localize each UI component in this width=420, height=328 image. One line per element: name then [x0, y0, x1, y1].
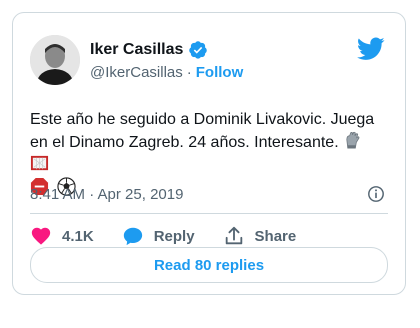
reply-label: Reply — [153, 227, 195, 245]
author-name-row: Iker Casillas — [90, 40, 208, 60]
tweet-timestamp[interactable]: 8:41 AM · Apr 25, 2019 — [30, 186, 183, 203]
share-button[interactable]: Share — [223, 225, 297, 247]
action-bar: 4.1K Reply Share — [30, 225, 324, 247]
share-label: Share — [254, 227, 297, 245]
tweet-card: Iker Casillas @IkerCasillas · Follow Est… — [12, 12, 406, 295]
handle-separator: · — [186, 64, 192, 81]
share-icon — [225, 226, 242, 245]
follow-button[interactable]: Follow — [196, 64, 244, 81]
tweet-text: Este año he seguido a Dominik Livakovic.… — [30, 111, 375, 151]
read-replies-label: Read 80 replies — [153, 256, 265, 274]
reply-button[interactable]: Reply — [122, 225, 195, 247]
author-handle-row: @IkerCasillas · Follow — [90, 64, 243, 81]
goal-icon — [30, 155, 49, 171]
verified-badge-icon — [189, 41, 208, 59]
reply-bubble-icon — [123, 227, 142, 246]
avatar[interactable] — [30, 35, 80, 85]
read-replies-button[interactable]: Read 80 replies — [30, 247, 388, 283]
gloves-icon — [346, 131, 360, 149]
heart-icon — [31, 227, 51, 245]
like-button[interactable]: 4.1K — [30, 225, 94, 247]
info-icon[interactable] — [367, 185, 385, 203]
author-handle[interactable]: @IkerCasillas — [90, 64, 183, 81]
like-count: 4.1K — [62, 227, 94, 245]
author-display-name[interactable]: Iker Casillas — [90, 41, 183, 59]
divider — [30, 213, 388, 214]
twitter-bird-icon[interactable] — [357, 37, 385, 61]
